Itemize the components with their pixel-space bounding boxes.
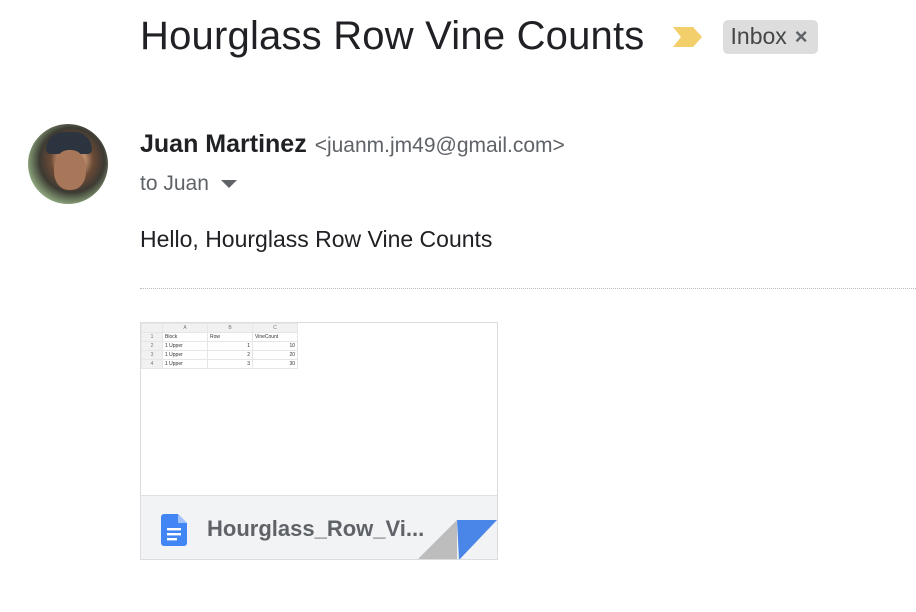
recipient-details-chevron-down-icon[interactable] (220, 180, 237, 188)
sheet-cell: 1 Upper (162, 359, 208, 369)
sheet-cell: Row (207, 332, 253, 342)
sheet-col-header: C (252, 323, 298, 333)
attachment-preview: A B C 1 Block Row VineCount 2 1 Upper 1 … (141, 323, 497, 495)
remove-label-icon[interactable]: × (795, 24, 808, 50)
avatar-face (54, 150, 86, 190)
sheet-cell: 10 (252, 341, 298, 351)
spreadsheet-preview: A B C 1 Block Row VineCount 2 1 Upper 1 … (141, 323, 298, 369)
inbox-label-chip: Inbox × (722, 19, 818, 54)
sheet-row-number: 1 (141, 332, 163, 342)
sheet-row: 1 Block Row VineCount (141, 332, 298, 342)
sheet-cell: 20 (252, 350, 298, 360)
page-curl-icon (418, 520, 497, 559)
sheet-row: 4 1 Upper 3 30 (141, 359, 298, 369)
sheet-cell: 3 (207, 359, 253, 369)
sheet-col-header: B (207, 323, 253, 333)
subject-row: Hourglass Row Vine Counts Inbox × (140, 14, 818, 59)
attachments-divider (140, 288, 916, 289)
attachment-card[interactable]: A B C 1 Block Row VineCount 2 1 Upper 1 … (140, 322, 498, 560)
sheet-row-number: 4 (141, 359, 163, 369)
email-view: Hourglass Row Vine Counts Inbox × Juan M… (0, 0, 916, 612)
avatar[interactable] (28, 124, 108, 204)
inbox-label-text: Inbox (730, 23, 787, 49)
attachment-footer[interactable]: Hourglass_Row_Vi... (141, 495, 497, 559)
recipient-line: to Juan (140, 172, 237, 196)
sheet-cell: Block (162, 332, 208, 342)
recipient-text: to Juan (140, 172, 209, 195)
sheet-cell: 2 (207, 350, 253, 360)
sheet-row: 2 1 Upper 1 10 (141, 341, 298, 351)
sheet-cell: 30 (252, 359, 298, 369)
attachment-file-name[interactable]: Hourglass_Row_Vi... (207, 516, 424, 542)
sender-line: Juan Martinez <juanm.jm49@gmail.com> (140, 130, 565, 159)
sender-email: <juanm.jm49@gmail.com> (314, 134, 565, 157)
sheet-row-number: 3 (141, 350, 163, 360)
sheet-cell: 1 Upper (162, 350, 208, 360)
google-docs-icon (161, 514, 187, 546)
email-subject: Hourglass Row Vine Counts (140, 14, 645, 58)
sheet-col-header: A (162, 323, 208, 333)
sheet-cell: 1 (207, 341, 253, 351)
sheet-cell: 1 Upper (162, 341, 208, 351)
sheet-row-number: 2 (141, 341, 163, 351)
sheet-cell: VineCount (252, 332, 298, 342)
importance-marker-icon[interactable] (671, 26, 703, 48)
sender-name[interactable]: Juan Martinez (140, 130, 307, 159)
email-body: Hello, Hourglass Row Vine Counts (140, 226, 493, 252)
sheet-row: 3 1 Upper 2 20 (141, 350, 298, 360)
sheet-corner (141, 323, 163, 333)
